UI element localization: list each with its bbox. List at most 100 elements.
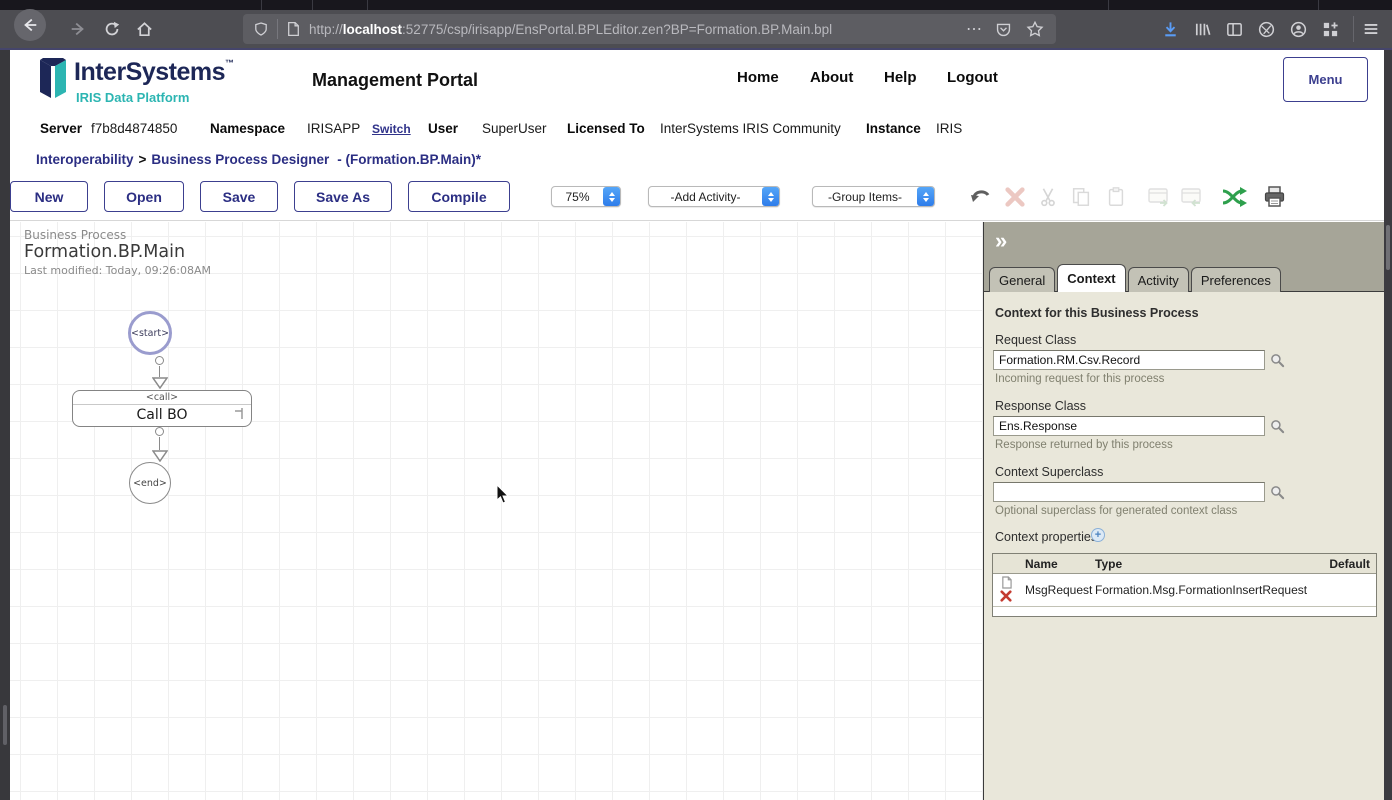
breadcrumb-page[interactable]: Business Process Designer — [151, 152, 329, 167]
browser-tab-strip[interactable] — [0, 0, 1392, 10]
breadcrumb-suffix: - (Formation.BP.Main)* — [329, 152, 481, 167]
end-node[interactable]: <end> — [129, 462, 171, 504]
back-button[interactable] — [14, 9, 46, 41]
server-label: Server — [40, 121, 82, 136]
home-button[interactable] — [130, 10, 158, 48]
import-window-icon — [1180, 185, 1204, 209]
download-icon — [1161, 20, 1180, 39]
zoom-select[interactable]: 75% — [551, 186, 621, 207]
sidebar-icon — [1225, 20, 1244, 39]
add-property-button[interactable]: + — [1091, 528, 1105, 542]
group-items-select[interactable]: -Group Items- — [812, 186, 935, 207]
left-window-strip — [0, 50, 10, 800]
context-tab-content: Context for this Business Process Reques… — [984, 293, 1384, 800]
right-scrollbar-thumb[interactable] — [1386, 225, 1390, 270]
url-scheme: http:// — [309, 22, 343, 37]
url-bar[interactable]: http://localhost:52775/csp/irisapp/EnsPo… — [243, 14, 1056, 44]
new-button[interactable]: New — [10, 181, 88, 212]
open-button[interactable]: Open — [104, 181, 184, 212]
browser-chrome: http://localhost:52775/csp/irisapp/EnsPo… — [0, 0, 1392, 50]
connector-arrow-icon — [152, 377, 168, 389]
bpl-diagram-canvas[interactable]: Business Process Formation.BP.Main Last … — [10, 222, 983, 800]
refresh-button[interactable] — [98, 10, 126, 48]
url-text[interactable]: http://localhost:52775/csp/irisapp/EnsPo… — [309, 22, 832, 37]
breadcrumb-section[interactable]: Interoperability — [36, 152, 134, 167]
bookmark-star-icon[interactable] — [1026, 20, 1044, 38]
save-button[interactable]: Save — [200, 181, 278, 212]
call-tag-label: <call> — [73, 391, 251, 405]
copy-icon — [1070, 186, 1092, 208]
compile-button[interactable]: Compile — [408, 181, 510, 212]
response-class-help: Response returned by this process — [995, 439, 1173, 451]
context-superclass-help: Optional superclass for generated contex… — [995, 505, 1237, 517]
page-proxy-icon[interactable] — [286, 21, 301, 37]
hamburger-icon — [1362, 20, 1380, 38]
start-node[interactable]: <start> — [128, 311, 172, 355]
forward-button[interactable] — [64, 10, 92, 48]
nav-help[interactable]: Help — [884, 69, 917, 86]
downloads-button[interactable] — [1157, 10, 1183, 48]
delete-property-icon[interactable] — [1000, 590, 1012, 602]
collapse-panel-button[interactable]: » — [995, 228, 1007, 254]
class-finder-icon[interactable] — [1270, 353, 1285, 368]
async-flag-icon — [233, 407, 245, 420]
reroute-button[interactable] — [1221, 184, 1247, 210]
library-icon — [1193, 20, 1212, 39]
tab-activity[interactable]: Activity — [1128, 267, 1189, 292]
containers-button[interactable] — [1253, 10, 1279, 48]
request-class-input[interactable] — [993, 350, 1265, 370]
edit-property-icon[interactable] — [1001, 576, 1012, 589]
nav-home[interactable]: Home — [737, 69, 779, 86]
sidebar-button[interactable] — [1221, 10, 1247, 48]
ribbon-separator — [10, 220, 1384, 221]
table-row[interactable]: MsgRequest Formation.Msg.FormationInsert… — [993, 574, 1376, 607]
right-scrollbar-track[interactable] — [1384, 50, 1392, 800]
connector-dot[interactable] — [155, 356, 164, 365]
context-superclass-input[interactable] — [993, 482, 1265, 502]
licensed-value: InterSystems IRIS Community — [660, 121, 841, 136]
tab-separator — [367, 0, 368, 10]
app-menu-button[interactable] — [1357, 10, 1385, 48]
connector-dot[interactable] — [155, 427, 164, 436]
tab-general[interactable]: General — [989, 267, 1055, 292]
menu-button[interactable]: Menu — [1283, 57, 1368, 102]
class-finder-icon[interactable] — [1270, 419, 1285, 434]
printer-icon — [1263, 185, 1287, 209]
table-header-row: Name Type Default — [993, 554, 1376, 574]
col-type: Type — [1095, 557, 1122, 571]
add-activity-select[interactable]: -Add Activity- — [648, 186, 780, 207]
pocket-icon[interactable] — [995, 21, 1012, 38]
request-class-label: Request Class — [995, 333, 1076, 347]
nav-logout[interactable]: Logout — [947, 69, 998, 86]
context-properties-table: Name Type Default MsgRequest Formation.M… — [992, 553, 1377, 617]
call-activity-node[interactable]: <call> Call BO — [72, 390, 252, 427]
nav-about[interactable]: About — [810, 69, 853, 86]
tracking-shield-icon[interactable] — [253, 21, 269, 37]
bp-title: Formation.BP.Main — [24, 242, 185, 262]
undo-button[interactable] — [968, 184, 994, 210]
tab-preferences[interactable]: Preferences — [1191, 267, 1281, 292]
panel-tabs: General Context Activity Preferences — [989, 264, 1283, 292]
context-superclass-label: Context Superclass — [995, 465, 1103, 479]
print-button[interactable] — [1262, 184, 1288, 210]
response-class-input[interactable] — [993, 416, 1265, 436]
left-scrollbar-thumb[interactable] — [3, 705, 7, 745]
switch-link[interactable]: Switch — [372, 122, 411, 136]
cut-button — [1035, 184, 1061, 210]
account-button[interactable] — [1285, 10, 1311, 48]
library-button[interactable] — [1189, 10, 1215, 48]
portal-title: Management Portal — [312, 70, 478, 91]
class-finder-icon[interactable] — [1270, 485, 1285, 500]
start-node-label: <start> — [131, 328, 169, 339]
tab-context[interactable]: Context — [1057, 264, 1125, 292]
call-name-label: Call BO — [73, 405, 251, 426]
bp-last-modified: Last modified: Today, 09:26:08AM — [24, 264, 211, 277]
licensed-label: Licensed To — [567, 121, 645, 136]
save-as-button[interactable]: Save As — [294, 181, 392, 212]
urlbar-divider — [277, 19, 278, 39]
group-items-value: -Group Items- — [813, 190, 917, 204]
extensions-button[interactable] — [1317, 10, 1343, 48]
tab-separator — [312, 0, 313, 10]
overflow-dots-icon[interactable]: ⋯ — [966, 19, 983, 39]
connector-arrow-icon — [152, 450, 168, 462]
